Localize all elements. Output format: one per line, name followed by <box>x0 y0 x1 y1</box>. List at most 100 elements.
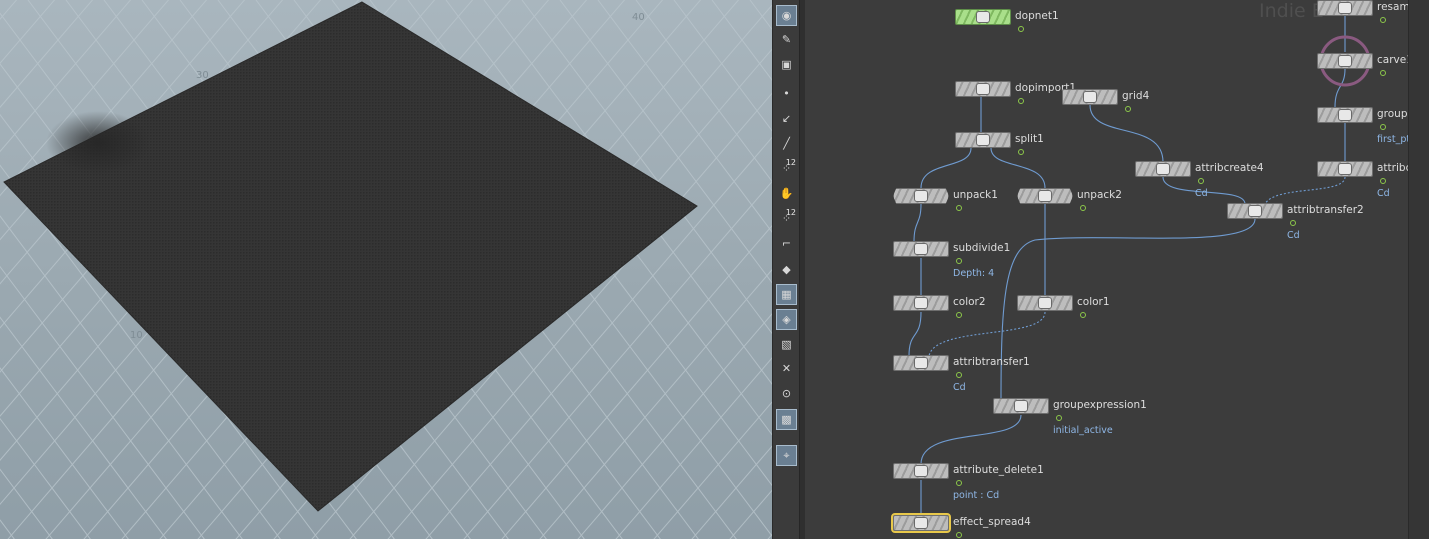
node-type-icon <box>976 134 990 146</box>
network-editor[interactable]: Indie E dopnet1 dopimport1 grid4 split1 … <box>805 0 1429 539</box>
display-flag-icon[interactable] <box>1125 106 1131 112</box>
node-tile[interactable] <box>893 295 949 311</box>
node-label: unpack1 <box>953 189 998 201</box>
handle-tool-button[interactable]: ✎ <box>776 29 797 50</box>
record-button[interactable]: ⊙ <box>776 383 797 404</box>
node-label: dopnet1 <box>1015 10 1059 22</box>
camera-view-button[interactable]: ◉ <box>776 5 797 26</box>
display-flag-icon[interactable] <box>1080 312 1086 318</box>
node-type-icon <box>1338 55 1352 67</box>
node-parameter-label: Cd <box>1287 230 1300 241</box>
node-type-icon <box>1338 2 1352 14</box>
network-scrollbar[interactable] <box>1408 0 1429 539</box>
display-points-button[interactable]: • <box>776 83 797 104</box>
node-tile[interactable] <box>993 398 1049 414</box>
grid-line <box>729 489 772 539</box>
node-parameter-label: point : Cd <box>953 490 1000 501</box>
node-tile[interactable] <box>1017 295 1073 311</box>
node-label: attribcreate4 <box>1195 162 1264 174</box>
grid-line <box>597 0 772 233</box>
handle-tool-icon: ✎ <box>781 33 792 46</box>
node-tile[interactable] <box>893 463 949 479</box>
node-label: groupexpression1 <box>1053 399 1147 411</box>
grid-line <box>615 357 772 539</box>
node-tile[interactable] <box>955 9 1011 25</box>
surface-shadow <box>46 111 150 175</box>
backface-icon: ⌐ <box>781 237 792 250</box>
display-flag-icon[interactable] <box>1380 124 1386 130</box>
display-flag-icon[interactable] <box>1380 70 1386 76</box>
node-label: unpack2 <box>1077 189 1122 201</box>
brush-button[interactable]: ✋ <box>776 183 797 204</box>
node-tile[interactable] <box>1317 107 1373 123</box>
display-normals-icon: ↙ <box>781 112 792 125</box>
node-type-icon <box>1038 297 1052 309</box>
node-tile[interactable] <box>1317 0 1373 16</box>
node-type-icon <box>1038 190 1052 202</box>
display-flag-icon[interactable] <box>956 480 962 486</box>
display-primitive-normals-button[interactable]: ╱ <box>776 133 797 154</box>
grid-line <box>711 0 772 81</box>
tool-badge: 12 <box>785 158 796 167</box>
axis-button[interactable]: ✕ <box>776 358 797 379</box>
shading-button[interactable]: ◈ <box>776 309 797 330</box>
scene-viewport[interactable]: 30 40 10 <box>0 0 772 539</box>
node-tile[interactable] <box>1317 53 1373 69</box>
display-geometry-button[interactable]: ▦ <box>776 284 797 305</box>
display-flag-icon[interactable] <box>956 532 962 538</box>
display-flag-icon[interactable] <box>1018 149 1024 155</box>
display-normals-button[interactable]: ↙ <box>776 108 797 129</box>
node-parameter-label: Depth: 4 <box>953 268 995 279</box>
node-tile[interactable] <box>955 132 1011 148</box>
node-tile[interactable] <box>893 355 949 371</box>
display-flag-icon[interactable] <box>956 312 962 318</box>
node-tile[interactable] <box>1227 203 1283 219</box>
node-type-icon <box>1338 163 1352 175</box>
grid-surface[interactable] <box>3 1 698 512</box>
pin-button[interactable]: ⌖ <box>776 445 797 466</box>
node-label: grid4 <box>1122 90 1150 102</box>
display-flag-icon[interactable] <box>1290 220 1296 226</box>
background-image-button[interactable]: ▩ <box>776 409 797 430</box>
view-camera-button[interactable]: ▣ <box>776 54 797 75</box>
camera-view-icon: ◉ <box>781 9 792 22</box>
grid-line <box>0 0 56 539</box>
display-guide-button[interactable]: ◆ <box>776 259 797 280</box>
display-flag-icon[interactable] <box>956 258 962 264</box>
node-type-icon <box>1156 163 1170 175</box>
grid-line <box>749 0 772 31</box>
point-numbers-button[interactable]: ⁘ 12 <box>776 158 797 179</box>
node-type-icon <box>1248 205 1262 217</box>
display-flag-icon[interactable] <box>1056 415 1062 421</box>
display-flag-icon[interactable] <box>1380 178 1386 184</box>
display-flag-icon[interactable] <box>956 372 962 378</box>
node-label: subdivide1 <box>953 242 1011 254</box>
display-flag-icon[interactable] <box>1380 17 1386 23</box>
node-label: attribtransfer1 <box>953 356 1030 368</box>
display-flag-icon[interactable] <box>956 205 962 211</box>
node-parameter-label: Cd <box>953 382 966 393</box>
primitive-numbers-button[interactable]: ⁘ 12 <box>776 208 797 229</box>
node-tile[interactable] <box>1017 188 1073 204</box>
display-flag-icon[interactable] <box>1080 205 1086 211</box>
view-camera-icon: ▣ <box>781 58 792 71</box>
display-flag-icon[interactable] <box>1018 98 1024 104</box>
node-tile[interactable] <box>1317 161 1373 177</box>
node-tile[interactable] <box>1135 161 1191 177</box>
backface-button[interactable]: ⌐ <box>776 233 797 254</box>
node-tile[interactable] <box>893 241 949 257</box>
display-flag-icon[interactable] <box>1018 26 1024 32</box>
display-flag-icon[interactable] <box>1198 178 1204 184</box>
display-primitive-normals-icon: ╱ <box>783 137 790 150</box>
node-wires <box>908 16 1371 516</box>
node-tile[interactable] <box>891 513 951 533</box>
node-type-icon <box>1083 91 1097 103</box>
pin-icon: ⌖ <box>783 448 790 462</box>
node-type-icon <box>914 465 928 477</box>
node-tile[interactable] <box>1062 89 1118 105</box>
node-tile[interactable] <box>955 81 1011 97</box>
node-type-icon <box>914 297 928 309</box>
texture-button[interactable]: ▧ <box>776 334 797 355</box>
node-type-icon <box>1338 109 1352 121</box>
node-tile[interactable] <box>893 188 949 204</box>
